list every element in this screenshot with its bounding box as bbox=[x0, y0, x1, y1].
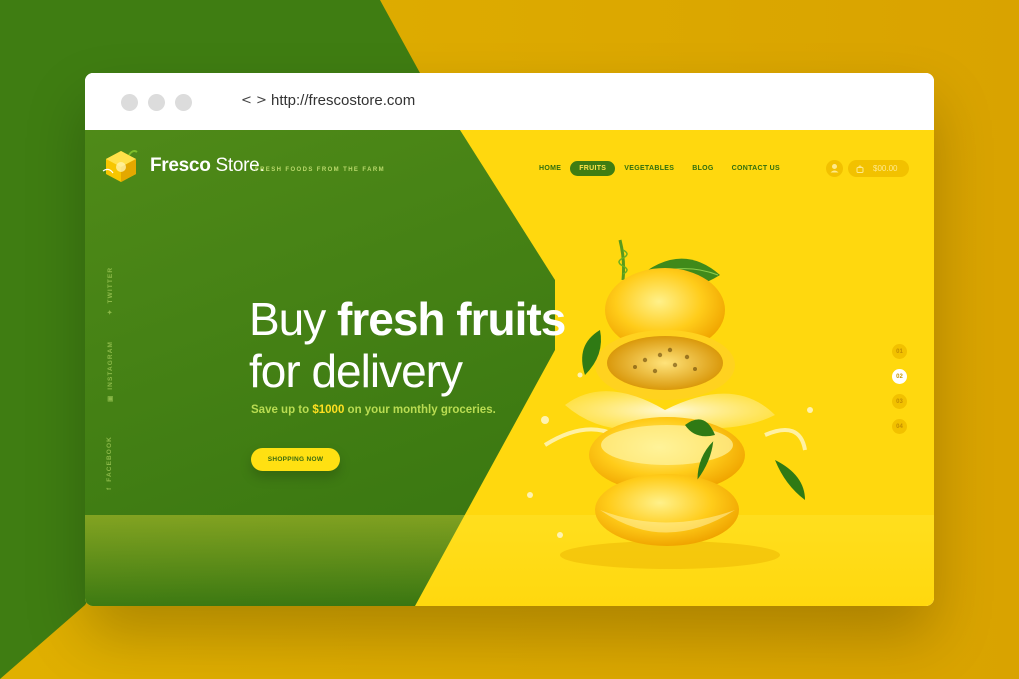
social-link-facebook[interactable]: f FACEBOOK bbox=[106, 436, 113, 490]
hero-sub-before: Save up to bbox=[251, 404, 313, 416]
cart-amount: $00.00 bbox=[873, 164, 898, 173]
window-dot-close[interactable] bbox=[121, 94, 138, 111]
nav-arrows-icon[interactable]: < > bbox=[241, 93, 267, 108]
slide-pager-03[interactable]: 03 bbox=[892, 394, 907, 409]
shopping-bag-icon bbox=[856, 165, 864, 173]
slide-pager-04[interactable]: 04 bbox=[892, 419, 907, 434]
social-link-twitter[interactable]: ✦ TWITTER bbox=[106, 266, 115, 315]
nav-item-contact-us[interactable]: CONTACT US bbox=[723, 161, 789, 176]
hero-line1-bold: fresh fruits bbox=[337, 293, 566, 345]
nav-item-blog[interactable]: BLOG bbox=[683, 161, 722, 176]
logo-icon[interactable] bbox=[101, 149, 141, 183]
instagram-icon: ▣ bbox=[107, 394, 114, 402]
tagline: FRESH FOODS FROM THE FARM bbox=[255, 167, 385, 173]
social-label-facebook: FACEBOOK bbox=[106, 436, 113, 482]
hero-sub-after: on your monthly groceries. bbox=[344, 404, 496, 416]
logo-text-bold: Fresco bbox=[150, 155, 211, 176]
user-account-button[interactable] bbox=[826, 160, 843, 177]
passion-fruit-illustration bbox=[527, 239, 813, 569]
hero-line2: for delivery bbox=[249, 345, 463, 397]
hero-headline: Buy fresh fruits for delivery bbox=[249, 293, 566, 397]
user-icon bbox=[830, 164, 839, 173]
shopping-now-button[interactable]: SHOPPING NOW bbox=[251, 448, 340, 471]
social-link-instagram[interactable]: ▣ INSTAGRAM bbox=[106, 340, 115, 402]
nav-item-home[interactable]: HOME bbox=[530, 161, 570, 176]
twitter-icon: ✦ bbox=[107, 308, 114, 315]
hero-sub-highlight: $1000 bbox=[312, 404, 345, 416]
main-nav: HOME FRUITS VEGETABLES BLOG CONTACT US bbox=[530, 160, 789, 177]
slide-pager-01[interactable]: 01 bbox=[892, 344, 907, 359]
window-dot-minimize[interactable] bbox=[148, 94, 165, 111]
hero-subtitle: Save up to $1000 on your monthly groceri… bbox=[251, 404, 496, 416]
cart-button[interactable]: $00.00 bbox=[848, 160, 909, 177]
facebook-icon: f bbox=[106, 486, 113, 490]
address-bar-url[interactable]: http://frescostore.com bbox=[271, 92, 415, 109]
social-label-twitter: TWITTER bbox=[106, 266, 114, 304]
logo-text[interactable]: Fresco Store. bbox=[150, 155, 265, 177]
slide-pager-02[interactable]: 02 bbox=[892, 369, 907, 384]
nav-item-fruits[interactable]: FRUITS bbox=[570, 161, 616, 176]
browser-window: < > http://frescostore.com Fresco Store.… bbox=[85, 73, 934, 606]
social-label-instagram: INSTAGRAM bbox=[106, 340, 114, 390]
browser-chrome: < > http://frescostore.com bbox=[85, 73, 934, 130]
website-viewport: Fresco Store. FRESH FOODS FROM THE FARM … bbox=[85, 130, 934, 606]
hero-line1-light: Buy bbox=[249, 293, 338, 345]
nav-item-vegetables[interactable]: VEGETABLES bbox=[615, 161, 683, 176]
window-dot-maximize[interactable] bbox=[175, 94, 192, 111]
